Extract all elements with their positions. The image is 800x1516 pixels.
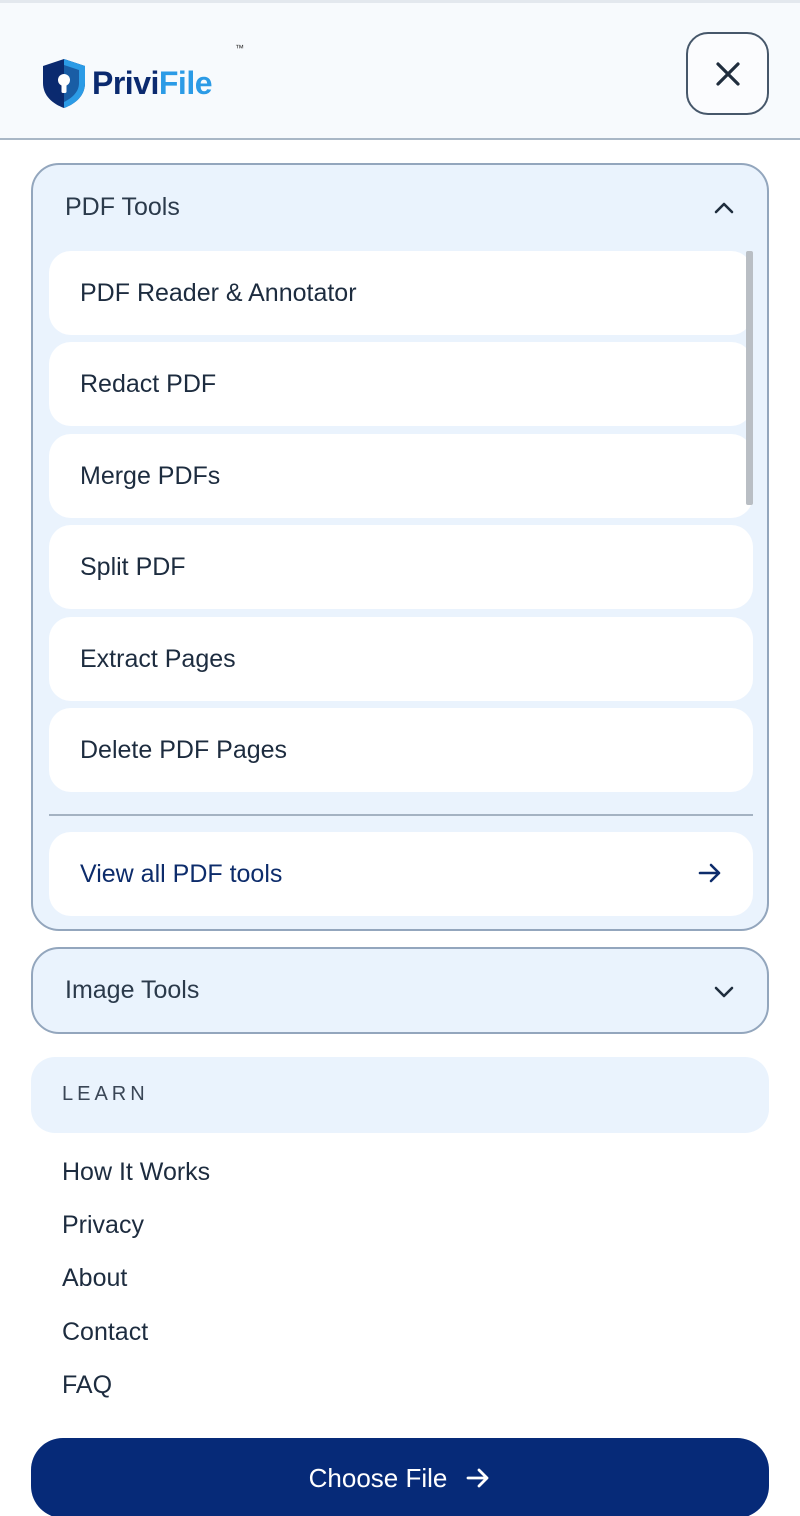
learn-label: LEARN bbox=[62, 1083, 149, 1105]
learn-section-header: LEARN bbox=[31, 1057, 769, 1133]
tool-item-merge-pdfs[interactable]: Merge PDFs bbox=[49, 434, 753, 518]
brand-name-part2: File bbox=[158, 65, 213, 101]
shield-lock-icon bbox=[43, 59, 85, 108]
link-contact[interactable]: Contact bbox=[62, 1317, 148, 1347]
image-tools-toggle[interactable]: Image Tools bbox=[31, 947, 769, 1034]
tools-list-scrollbar[interactable] bbox=[746, 251, 753, 505]
logo[interactable]: PriviFile bbox=[40, 57, 213, 109]
view-all-label: View all PDF tools bbox=[80, 860, 283, 888]
link-privacy[interactable]: Privacy bbox=[62, 1210, 144, 1240]
close-menu-button[interactable] bbox=[686, 32, 769, 115]
close-icon bbox=[715, 61, 740, 86]
trademark-symbol: ™ bbox=[235, 43, 244, 53]
view-all-pdf-tools-link[interactable]: View all PDF tools bbox=[49, 832, 753, 916]
tool-item-redact-pdf[interactable]: Redact PDF bbox=[49, 342, 753, 426]
image-tools-title: Image Tools bbox=[65, 976, 200, 1004]
link-faq[interactable]: FAQ bbox=[62, 1370, 112, 1400]
tool-item-split-pdf[interactable]: Split PDF bbox=[49, 525, 753, 609]
chevron-down-icon bbox=[714, 986, 734, 998]
arrow-right-icon bbox=[698, 863, 721, 883]
tool-item-delete-pdf-pages[interactable]: Delete PDF Pages bbox=[49, 708, 753, 792]
link-how-it-works[interactable]: How It Works bbox=[62, 1157, 210, 1187]
arrow-right-icon bbox=[466, 1468, 489, 1488]
brand-name: PriviFile bbox=[92, 65, 213, 101]
pdf-tools-section: PDF Tools PDF Reader & Annotator Redact … bbox=[31, 163, 769, 931]
pdf-tools-toggle[interactable]: PDF Tools bbox=[65, 193, 180, 222]
header: PriviFile ™ bbox=[0, 0, 800, 140]
tool-item-extract-pages[interactable]: Extract Pages bbox=[49, 617, 753, 701]
tool-item-pdf-reader[interactable]: PDF Reader & Annotator bbox=[49, 251, 753, 335]
brand-name-part1: Privi bbox=[92, 65, 159, 101]
divider bbox=[49, 814, 753, 816]
choose-file-button[interactable]: Choose File bbox=[31, 1438, 769, 1516]
chevron-up-icon[interactable] bbox=[711, 195, 737, 221]
link-about[interactable]: About bbox=[62, 1263, 127, 1293]
choose-file-label: Choose File bbox=[308, 1462, 448, 1493]
